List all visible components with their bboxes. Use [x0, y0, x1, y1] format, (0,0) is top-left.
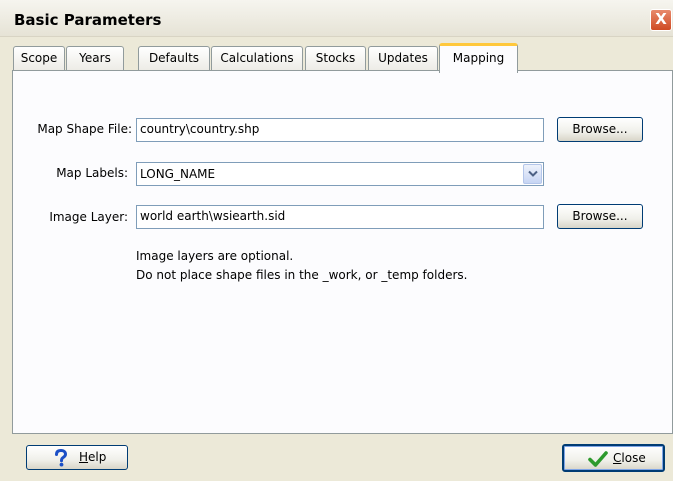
tab-mapping[interactable]: Mapping [439, 43, 518, 73]
note-optional: Image layers are optional. [136, 249, 294, 263]
browse-shape-file-button[interactable]: Browse... [557, 117, 643, 142]
close-window-button[interactable]: X [650, 9, 672, 31]
browse-image-layer-button[interactable]: Browse... [557, 204, 643, 229]
tab-defaults[interactable]: Defaults [138, 46, 210, 71]
tab-years[interactable]: Years [66, 46, 124, 71]
dialog-window: Basic Parameters X Scope Years Defaults … [0, 0, 673, 481]
question-icon [55, 449, 68, 467]
tab-updates[interactable]: Updates [368, 46, 438, 71]
map-labels-select[interactable]: LONG_NAME [136, 162, 544, 186]
title-bar: Basic Parameters X [0, 0, 673, 37]
shape-file-label: Map Shape File: [37, 122, 132, 136]
image-layer-label: Image Layer: [49, 210, 128, 224]
mapping-panel: Map Shape File: country\country.shp Brow… [12, 70, 673, 434]
tab-scope[interactable]: Scope [13, 46, 65, 71]
shape-file-input[interactable]: country\country.shp [136, 118, 544, 142]
image-layer-input[interactable]: world earth\wsiearth.sid [136, 205, 544, 229]
map-labels-label: Map Labels: [56, 166, 128, 180]
help-label: Help [79, 450, 107, 464]
close-icon: X [655, 10, 667, 28]
tab-stocks[interactable]: Stocks [305, 46, 366, 71]
close-button[interactable]: Close [562, 444, 665, 472]
help-button[interactable]: Help [26, 445, 128, 470]
note-folders: Do not place shape files in the _work, o… [136, 268, 468, 282]
window-title: Basic Parameters [14, 11, 162, 29]
chevron-down-icon [528, 170, 538, 177]
map-labels-value: LONG_NAME [140, 167, 216, 181]
dropdown-arrow-button[interactable] [523, 164, 542, 184]
checkmark-icon [588, 451, 608, 467]
close-label: Close [613, 451, 646, 465]
tab-calculations[interactable]: Calculations [211, 46, 303, 71]
